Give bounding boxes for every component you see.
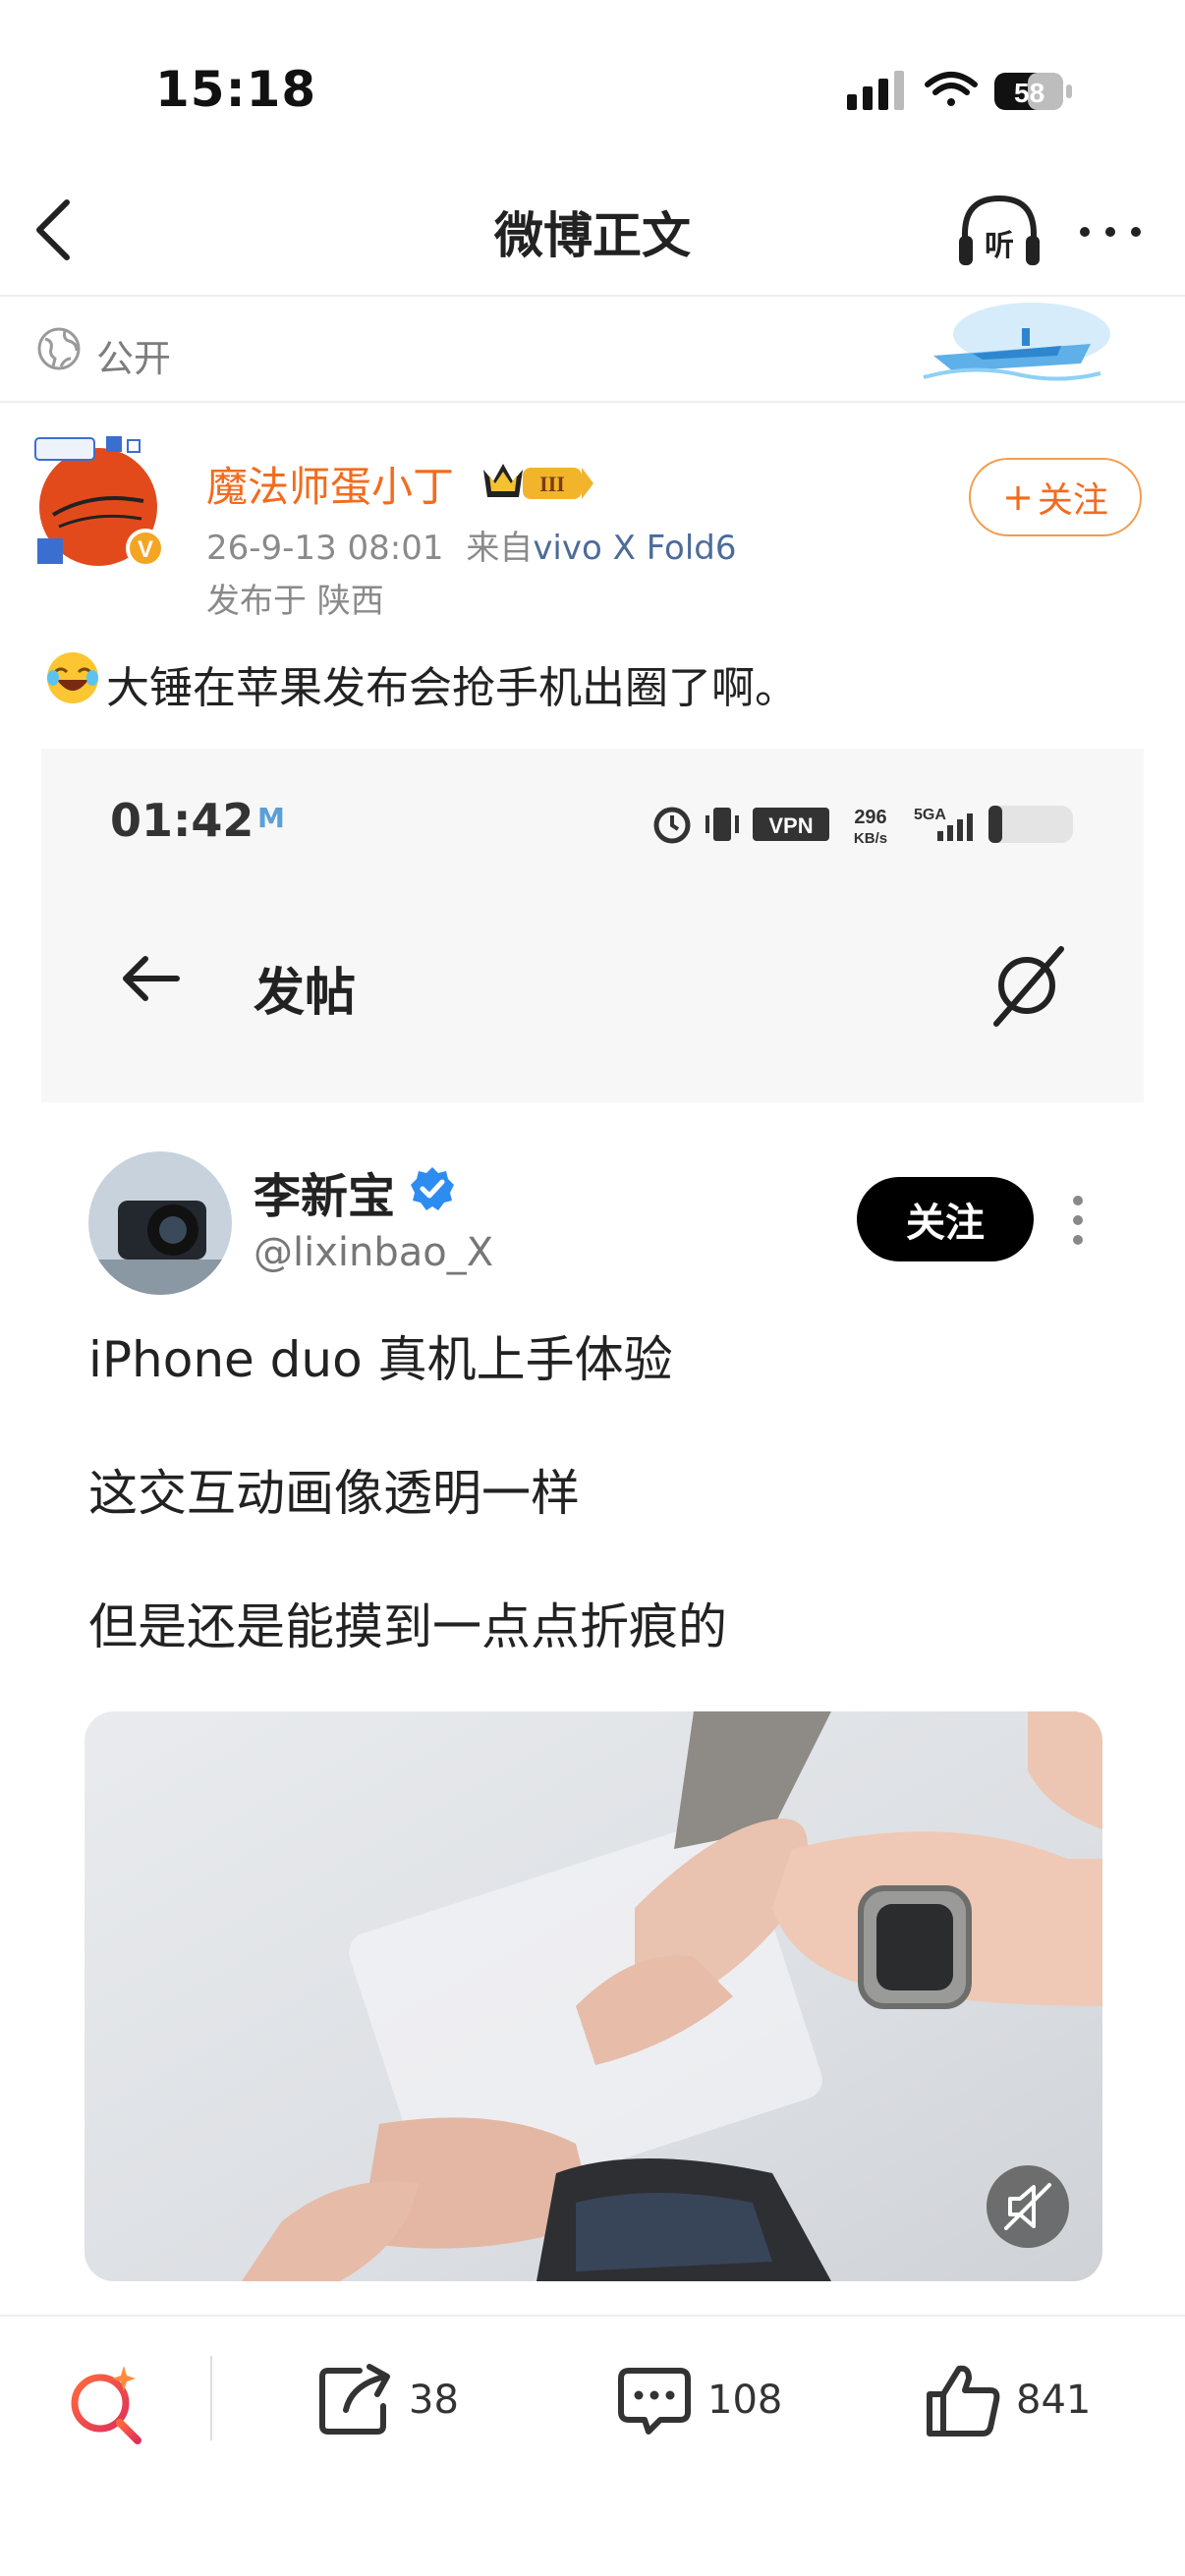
vibrate-icon (705, 808, 739, 841)
listen-button[interactable]: 听 (955, 193, 1044, 271)
svg-text:5GA: 5GA (914, 807, 946, 823)
post-source[interactable]: vivo X Fold6 (533, 529, 736, 568)
follow-button[interactable]: + 关注 (969, 458, 1142, 536)
embedded-back-arrow-icon (123, 956, 180, 1001)
embedded-follow-button: 关注 (857, 1177, 1034, 1261)
cellular-signal-icon (847, 71, 904, 110)
repost-button[interactable]: 38 (316, 2356, 459, 2444)
battery-icon: 58 (994, 73, 1072, 110)
embedded-app-logo-icon (993, 946, 1064, 1027)
like-count: 841 (1016, 2378, 1092, 2423)
alarm-icon (653, 807, 691, 844)
embedded-handle: @lixinbao_X (254, 1230, 494, 1275)
embedded-text-line: 但是还是能摸到一点点折痕的 (88, 1598, 727, 1655)
embedded-author-name: 李新宝 (254, 1169, 396, 1224)
search-ai-icon (71, 2366, 141, 2444)
svg-text:听: 听 (985, 229, 1014, 263)
embedded-status-icons: VPN 296 KB/s 5GA (653, 806, 1073, 847)
embedded-battery-icon (988, 806, 1073, 843)
post-image[interactable]: 01:42 M VPN 296 KB/s 5GA 发帖 李新宝 @lixinba… (41, 749, 1144, 2309)
svg-text:V: V (138, 536, 153, 563)
visibility-divider (0, 401, 1185, 403)
headphones-icon: 听 (959, 195, 1040, 265)
svg-text:VPN: VPN (768, 813, 813, 838)
status-time: 15:18 (155, 61, 317, 118)
repost-icon (319, 2364, 390, 2435)
embedded-m-icon: M (257, 802, 285, 834)
mute-button (987, 2165, 1069, 2248)
embedded-header (41, 906, 1144, 1043)
follow-label: 关注 (1037, 480, 1108, 521)
visibility-label: 公开 (96, 337, 172, 380)
comment-count: 108 (707, 2378, 783, 2423)
status-icons: 58 (847, 71, 1072, 110)
svg-text:58: 58 (1014, 78, 1044, 108)
like-icon (927, 2365, 1000, 2436)
search-ai-button[interactable] (65, 2362, 147, 2444)
embedded-video-frame (85, 1711, 1102, 2281)
comment-icon (618, 2368, 691, 2435)
svg-text:296: 296 (854, 807, 886, 828)
repost-count: 38 (409, 2378, 459, 2423)
embedded-status-time: 01:42 (110, 794, 254, 847)
author-name[interactable]: 魔法师蛋小丁 (206, 454, 454, 514)
globe-icon (37, 327, 81, 370)
bottom-toolbar: 38 108 841 (0, 2315, 1185, 2576)
embedded-more-icon (1073, 1196, 1083, 1245)
more-icon (1080, 227, 1141, 237)
post-timestamp: 26-9-13 08:01 (206, 529, 444, 568)
embedded-title: 发帖 (254, 964, 357, 1023)
more-button[interactable] (1071, 202, 1150, 261)
wifi-icon (925, 72, 978, 106)
embedded-avatar (88, 1151, 232, 1295)
svg-text:III: III (539, 472, 565, 496)
verified-icon (411, 1167, 454, 1210)
toolbar-separator (210, 2356, 212, 2440)
emoji-laugh-icon (47, 652, 98, 703)
comment-button[interactable]: 108 (615, 2356, 782, 2444)
post-text: 大锤在苹果发布会抢手机出圈了啊。 (106, 663, 798, 713)
toolbar-divider (0, 2315, 1185, 2317)
embedded-text-line: 这交互动画像透明一样 (88, 1465, 580, 1522)
source-prefix: 来自 (466, 529, 534, 568)
svg-text:KB/s: KB/s (854, 830, 887, 847)
ship-decoration-icon (923, 303, 1110, 381)
like-button[interactable]: 841 (924, 2356, 1091, 2444)
post-location: 发布于 陕西 (206, 582, 384, 621)
embedded-text-line: iPhone duo 真机上手体验 (88, 1331, 673, 1388)
plus-icon: + (1002, 476, 1034, 519)
avatar[interactable]: V (33, 432, 171, 570)
crown-icon: III (483, 464, 593, 499)
post-meta: 26-9-13 08:01 来自vivo X Fold6 (206, 521, 737, 569)
